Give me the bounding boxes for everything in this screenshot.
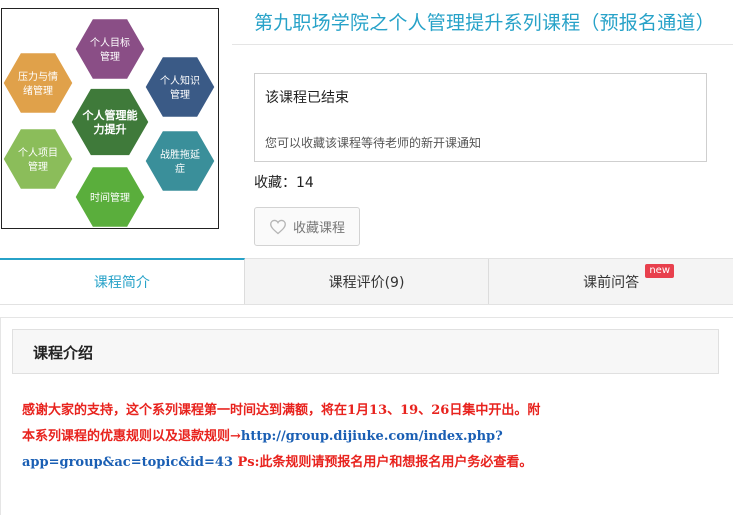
hex-label: 个人目标 (90, 37, 130, 49)
tab-label: 课前问答 (583, 274, 640, 291)
hex-label: 症 (175, 162, 185, 175)
favorite-button-label: 收藏课程 (292, 221, 345, 236)
hex-label: 管理 (28, 160, 48, 173)
ended-subtitle: 您可以收藏该课程等待老师的新开课通知 (265, 136, 482, 150)
title-divider (232, 44, 733, 45)
section-title: 课程介绍 (33, 344, 94, 362)
intro-line-2: 本系列课程的优惠规则以及退款规则→http://group.dijiuke.co… (22, 424, 722, 450)
favorite-count: 收藏：14 (254, 175, 314, 191)
tab-course-intro[interactable]: 课程简介 (0, 258, 245, 304)
hex-label: 绪管理 (23, 84, 53, 97)
intro-line-2-text: 本系列课程的优惠规则以及退款规则→ (22, 429, 241, 444)
hex-top-left (2, 50, 76, 116)
hex-label: 压力与情 (18, 70, 58, 83)
hex-top (72, 16, 148, 82)
hex-bottom-left (2, 126, 76, 192)
ended-title: 该课程已结束 (265, 90, 349, 106)
rules-link-part-2[interactable]: app=group&ac=topic&id=43 (22, 455, 233, 470)
tab-pre-course-qa[interactable]: 课前问答 new (489, 259, 733, 304)
course-tabs: 课程简介 课程评价(9) 课前问答 new (0, 258, 733, 305)
tab-course-reviews[interactable]: 课程评价(9) (245, 259, 490, 304)
hex-label: 管理 (170, 88, 190, 101)
hex-top-right (142, 54, 218, 120)
rules-link-part-1[interactable]: http://group.dijiuke.com/index.php? (241, 429, 503, 444)
course-intro-text: 感谢大家的支持，这个系列课程第一时间达到满额，将在1月13、19、26日集中开出… (22, 398, 722, 476)
hex-label: 力提升 (94, 122, 127, 136)
new-badge: new (645, 264, 675, 278)
course-ended-notice: 该课程已结束 您可以收藏该课程等待老师的新开课通知 (254, 73, 707, 162)
hex-label: 个人项目 (18, 147, 58, 159)
favorite-course-button[interactable]: 收藏课程 (254, 207, 360, 246)
heart-icon (270, 219, 286, 234)
hex-label: 管理 (100, 50, 120, 63)
hex-label: 个人知识 (160, 74, 200, 87)
tab-label: 课程简介 (93, 275, 150, 291)
hex-label: 时间管理 (90, 191, 130, 204)
hex-label: 个人管理能 (82, 108, 138, 122)
hex-label: 战胜拖延 (160, 148, 200, 161)
hex-center (68, 85, 152, 159)
course-title: 第九职场学院之个人管理提升系列课程（预报名通道） (254, 12, 715, 34)
intro-line-3-text: Ps:此条规则请预报名用户和想报名用户务必查看。 (232, 455, 533, 470)
tab-label: 课程评价(9) (328, 274, 405, 291)
section-header: 课程介绍 (12, 329, 719, 374)
hexagon-diagram: 个人目标管理个人知识管理战胜拖延症时间管理个人项目管理压力与情绪管理个人管理能力… (2, 16, 218, 228)
hex-bottom-right (142, 128, 218, 194)
intro-line-1: 感谢大家的支持，这个系列课程第一时间达到满额，将在1月13、19、26日集中开出… (22, 403, 541, 418)
course-thumbnail[interactable]: 个人目标 管理 个人知识 管理 战胜拖延症时间管理 个人项目 管理 压力与情 绪管理 个人管理能力… (1, 8, 219, 229)
intro-line-3: app=group&ac=topic&id=43 Ps:此条规则请预报名用户和想… (22, 450, 722, 476)
